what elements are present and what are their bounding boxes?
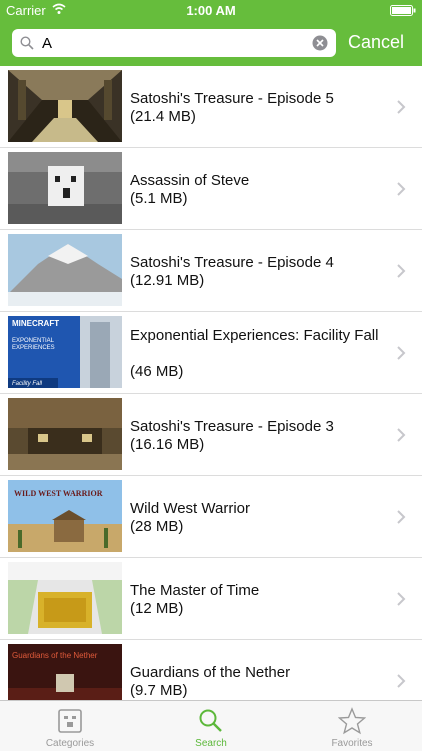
star-icon — [338, 707, 366, 735]
tab-label: Favorites — [331, 738, 373, 749]
item-title: Satoshi's Treasure - Episode 5 — [130, 90, 334, 107]
item-size: (5.1 MB) — [130, 190, 188, 207]
tab-label: Search — [195, 738, 227, 749]
item-title: Wild West Warrior — [130, 500, 250, 517]
item-size: (12.91 MB) — [130, 272, 205, 289]
map-thumbnail-image — [8, 234, 122, 306]
svg-text:Guardians of the Nether: Guardians of the Nether — [12, 651, 98, 660]
item-title: Exponential Experiences: Facility Fall — [130, 327, 379, 344]
map-thumbnail-image — [8, 398, 122, 470]
list-item[interactable]: Satoshi's Treasure - Episode 3 (16.16 MB… — [0, 394, 422, 476]
thumbnail: WILD WEST WARRIOR — [8, 480, 122, 552]
map-thumbnail-image — [8, 70, 122, 142]
chevron-right-icon — [397, 674, 406, 688]
chevron-right-icon — [397, 182, 406, 196]
svg-text:MINECRAFT: MINECRAFT — [12, 319, 59, 328]
search-icon — [199, 709, 222, 732]
svg-text:EXPERIENCES: EXPERIENCES — [12, 345, 55, 351]
cancel-button[interactable]: Cancel — [348, 32, 404, 53]
thumbnail — [8, 562, 122, 634]
svg-text:WILD WEST WARRIOR: WILD WEST WARRIOR — [14, 489, 103, 498]
item-size: (28 MB) — [130, 518, 184, 535]
list-item[interactable]: The Master of Time (12 MB) — [0, 558, 422, 640]
list-item[interactable]: WILD WEST WARRIOR Wild West Warrior (28 … — [0, 476, 422, 558]
battery-icon — [390, 5, 416, 16]
map-thumbnail-image — [8, 152, 122, 224]
tab-favorites[interactable]: Favorites — [282, 701, 422, 751]
list-item[interactable]: Assassin of Steve (5.1 MB) — [0, 148, 422, 230]
search-results-list[interactable]: Satoshi's Treasure - Episode 5 (21.4 MB)… — [0, 66, 422, 700]
tab-categories[interactable]: Categories — [0, 701, 140, 751]
item-title: Satoshi's Treasure - Episode 4 — [130, 254, 334, 271]
item-title: The Master of Time — [130, 582, 260, 599]
clear-search-icon[interactable] — [312, 35, 328, 51]
tab-label: Categories — [45, 738, 95, 749]
item-size: (46 MB) — [130, 363, 184, 380]
categories-icon — [58, 709, 82, 733]
search-field[interactable]: A — [12, 29, 336, 57]
map-thumbnail-image: Guardians of the Nether — [8, 644, 122, 700]
tab-bar: Categories Search Favorites — [0, 700, 422, 751]
item-size: (12 MB) — [130, 600, 184, 617]
search-input[interactable]: A — [42, 35, 52, 52]
item-size: (9.7 MB) — [130, 682, 188, 699]
chevron-right-icon — [397, 592, 406, 606]
list-item[interactable]: Guardians of the Nether Guardians of the… — [0, 640, 422, 700]
chevron-right-icon — [397, 346, 406, 360]
list-item[interactable]: Satoshi's Treasure - Episode 5 (21.4 MB) — [0, 66, 422, 148]
thumbnail — [8, 152, 122, 224]
list-item[interactable]: Satoshi's Treasure - Episode 4 (12.91 MB… — [0, 230, 422, 312]
thumbnail: MINECRAFT EXPONENTIAL EXPERIENCES Facili… — [8, 316, 122, 388]
item-size: (16.16 MB) — [130, 436, 205, 453]
chevron-right-icon — [397, 264, 406, 278]
thumbnail — [8, 398, 122, 470]
clock: 1:00 AM — [186, 3, 236, 18]
map-thumbnail-image: WILD WEST WARRIOR — [8, 480, 122, 552]
chevron-right-icon — [397, 428, 406, 442]
list-item[interactable]: MINECRAFT EXPONENTIAL EXPERIENCES Facili… — [0, 312, 422, 394]
item-size: (21.4 MB) — [130, 108, 196, 125]
navigation-header: Carrier 1:00 AM A Cancel — [0, 0, 422, 66]
status-bar: Carrier 1:00 AM — [0, 0, 422, 22]
thumbnail — [8, 70, 122, 142]
svg-text:Facility Fall: Facility Fall — [12, 381, 43, 387]
svg-text:EXPONENTIAL: EXPONENTIAL — [12, 338, 55, 344]
tab-search[interactable]: Search — [141, 701, 281, 751]
item-title: Assassin of Steve — [130, 172, 250, 189]
map-thumbnail-image: MINECRAFT EXPONENTIAL EXPERIENCES Facili… — [8, 316, 122, 388]
search-icon — [20, 36, 34, 50]
thumbnail — [8, 234, 122, 306]
chevron-right-icon — [397, 100, 406, 114]
item-title: Guardians of the Nether — [130, 664, 291, 681]
item-title: Satoshi's Treasure - Episode 3 — [130, 418, 334, 435]
map-thumbnail-image — [8, 562, 122, 634]
chevron-right-icon — [397, 510, 406, 524]
thumbnail: Guardians of the Nether — [8, 644, 122, 700]
